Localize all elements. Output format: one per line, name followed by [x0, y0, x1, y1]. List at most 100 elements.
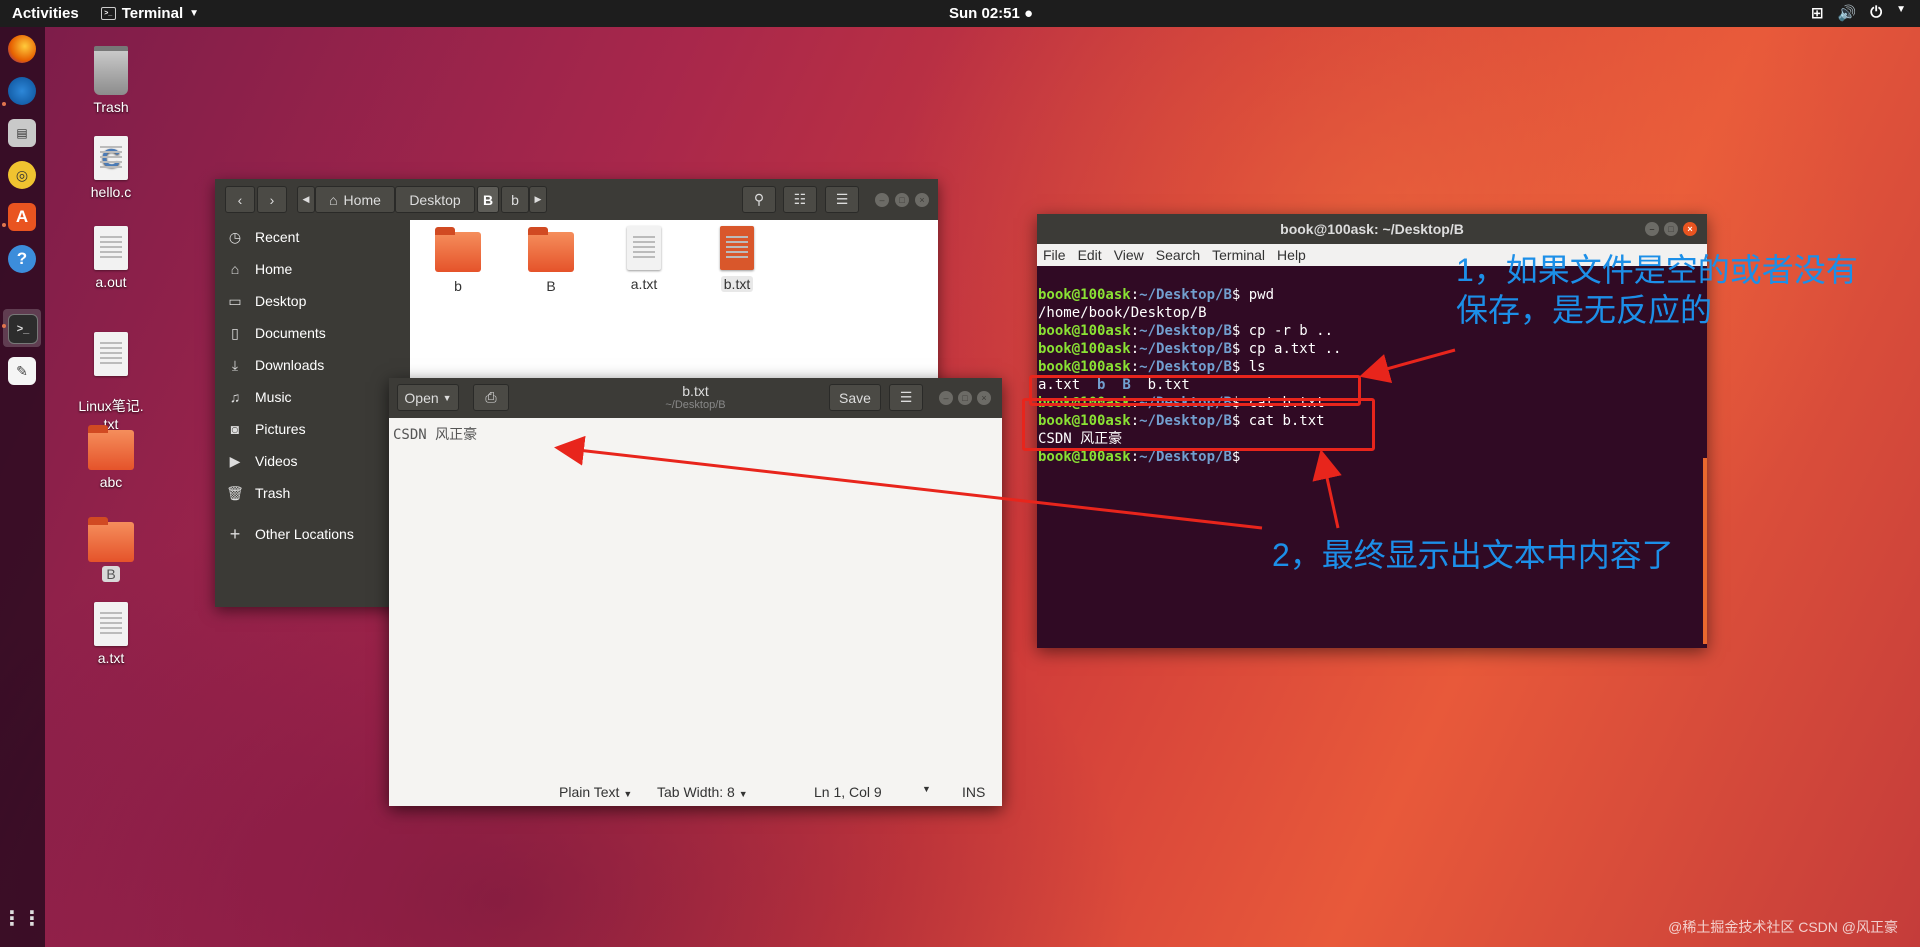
maximize-button[interactable]: □	[1664, 222, 1678, 236]
desktop-icon-B[interactable]: B	[66, 517, 156, 582]
menu-edit[interactable]: Edit	[1078, 247, 1102, 263]
file-item-label: a.txt	[630, 276, 658, 292]
running-indicator	[2, 223, 6, 227]
search-button[interactable]: ⚲	[742, 186, 776, 213]
sidebar-item-label: Desktop	[255, 293, 307, 309]
file-item-B[interactable]: B	[511, 227, 591, 294]
chevron-down-icon: ▼	[189, 8, 200, 19]
back-button[interactable]: ‹	[225, 186, 255, 213]
forward-button[interactable]: ›	[257, 186, 287, 213]
help-icon[interactable]: ?	[8, 245, 36, 273]
close-button[interactable]: ×	[1683, 222, 1697, 236]
minimize-button[interactable]: –	[875, 193, 889, 207]
chevron-down-icon: ▼	[1896, 4, 1906, 15]
sidebar-item-label: Downloads	[255, 357, 325, 373]
path-button-desktop[interactable]: Desktop	[395, 186, 475, 213]
path-scroll-left-button[interactable]: ◀	[297, 186, 315, 213]
files-icon[interactable]: ▤	[8, 119, 36, 147]
sidebar-item-downloads[interactable]: ⤓ Downloads	[215, 349, 410, 381]
firefox-icon[interactable]	[8, 35, 36, 63]
sidebar-item-documents[interactable]: ▯ Documents	[215, 317, 410, 349]
annotation-note-2: 2，最终显示出文本中内容了	[1272, 537, 1674, 573]
camera-icon: ◙	[230, 421, 240, 437]
text-editor-icon[interactable]: ✎	[8, 357, 36, 385]
desktop-icon-a-txt[interactable]: a.txt	[66, 602, 156, 666]
minimize-button[interactable]: –	[939, 391, 953, 405]
power-icon: ⏻	[1870, 4, 1883, 21]
show-applications-icon[interactable]: ⋮⋮	[2, 904, 42, 932]
maximize-button[interactable]: □	[895, 193, 909, 207]
minimize-button[interactable]: –	[1645, 222, 1659, 236]
home-icon: ⌂	[329, 191, 338, 208]
chevron-left-icon: ‹	[237, 191, 243, 208]
sidebar-item-label: Pictures	[255, 421, 306, 437]
path-label: B	[482, 191, 494, 208]
chevron-down-icon: ▼	[623, 789, 633, 799]
sidebar-item-label: Recent	[255, 229, 300, 245]
sidebar-item-pictures[interactable]: ◙ Pictures	[215, 413, 410, 445]
maximize-button[interactable]: □	[958, 391, 972, 405]
terminal-icon[interactable]: >_	[8, 314, 38, 344]
view-toggle-button[interactable]: ☷	[783, 186, 817, 213]
sidebar-item-home[interactable]: ⌂ Home	[215, 253, 410, 285]
sidebar-item-music[interactable]: ♫ Music	[215, 381, 410, 413]
file-item-b[interactable]: b	[418, 227, 498, 294]
desktop-icon-label: B	[102, 566, 120, 582]
menu-button[interactable]: ☰	[889, 384, 923, 411]
insert-mode[interactable]: INS	[962, 784, 985, 800]
desktop-icon-abc[interactable]: abc	[66, 425, 156, 490]
menu-search[interactable]: Search	[1156, 247, 1200, 263]
software-center-icon[interactable]: A	[8, 203, 36, 231]
menu-help[interactable]: Help	[1277, 247, 1306, 263]
sidebar-item-recent[interactable]: ◷ Recent	[215, 221, 410, 253]
folder-icon	[88, 517, 134, 562]
text-editor-headerbar: Open ▼ ⎙ b.txt ~/Desktop/B Save ☰ – □ ×	[389, 378, 1002, 418]
path-scroll-right-button[interactable]: ▶	[529, 186, 547, 213]
text-editor-window: Open ▼ ⎙ b.txt ~/Desktop/B Save ☰ – □ × …	[389, 378, 1002, 806]
path-button-home[interactable]: ⌂ Home	[315, 186, 395, 213]
thunderbird-icon[interactable]	[8, 77, 36, 105]
desktop-icon-trash[interactable]: Trash	[66, 46, 156, 115]
rhythmbox-icon[interactable]: ◎	[8, 161, 36, 189]
path-label: b	[511, 191, 519, 208]
file-item-a-txt[interactable]: a.txt	[604, 226, 684, 292]
system-tray[interactable]: ⊞ 🔊 ⏻ ▼	[1811, 4, 1906, 22]
syntax-selector[interactable]: Plain Text ▼	[559, 784, 632, 800]
desktop-icon-hello-c[interactable]: C hello.c	[66, 136, 156, 200]
close-button[interactable]: ×	[977, 391, 991, 405]
file-item-b-txt[interactable]: b.txt	[697, 226, 777, 292]
terminal-scrollbar[interactable]	[1703, 458, 1707, 644]
sidebar-item-desktop[interactable]: ▭ Desktop	[215, 285, 410, 317]
desktop-icon-a-out[interactable]: a.out	[66, 226, 156, 290]
path-button-b[interactable]: b	[501, 186, 529, 213]
sidebar-item-other-locations[interactable]: + Other Locations	[215, 518, 410, 550]
app-menu[interactable]: >_ Terminal ▼	[100, 5, 200, 22]
cursor-position[interactable]: Ln 1, Col 9	[814, 784, 882, 800]
activities-button[interactable]: Activities	[12, 5, 79, 22]
clock[interactable]: Sun 02:51 ●	[949, 5, 1033, 22]
cursor-position-label: Ln 1, Col 9	[814, 784, 882, 800]
folder-icon	[528, 227, 574, 272]
sidebar-item-label: Home	[255, 261, 293, 277]
tab-width-label: Tab Width: 8	[657, 784, 735, 800]
menu-view[interactable]: View	[1114, 247, 1144, 263]
desktop-icon-linux-notes[interactable]: Linux笔记. txt	[66, 316, 156, 432]
sidebar-item-videos[interactable]: ▶ Videos	[215, 445, 410, 477]
chevron-right-icon: ›	[269, 191, 275, 208]
save-button[interactable]: Save	[829, 384, 881, 411]
sidebar-item-label: Other Locations	[255, 526, 354, 542]
close-button[interactable]: ×	[915, 193, 929, 207]
tab-width-selector[interactable]: Tab Width: 8 ▼	[657, 784, 748, 800]
sidebar-item-trash[interactable]: 🗑 Trash	[215, 477, 410, 509]
desktop-icon-label: a.out	[95, 274, 127, 290]
menu-button[interactable]: ☰	[825, 186, 859, 213]
path-button-B[interactable]: B	[477, 186, 499, 213]
chevron-down-icon[interactable]: ▼	[922, 784, 931, 794]
grid-view-icon: ☷	[793, 191, 807, 207]
editor-text-area[interactable]: CSDN 风正豪	[393, 424, 477, 444]
annotation-text: 1，如果文件是空的或者没有	[1456, 252, 1858, 288]
folder-icon: ▭	[228, 292, 242, 309]
menu-file[interactable]: File	[1043, 247, 1066, 263]
menu-terminal[interactable]: Terminal	[1212, 247, 1265, 263]
desktop-icon-label: hello.c	[90, 184, 132, 200]
